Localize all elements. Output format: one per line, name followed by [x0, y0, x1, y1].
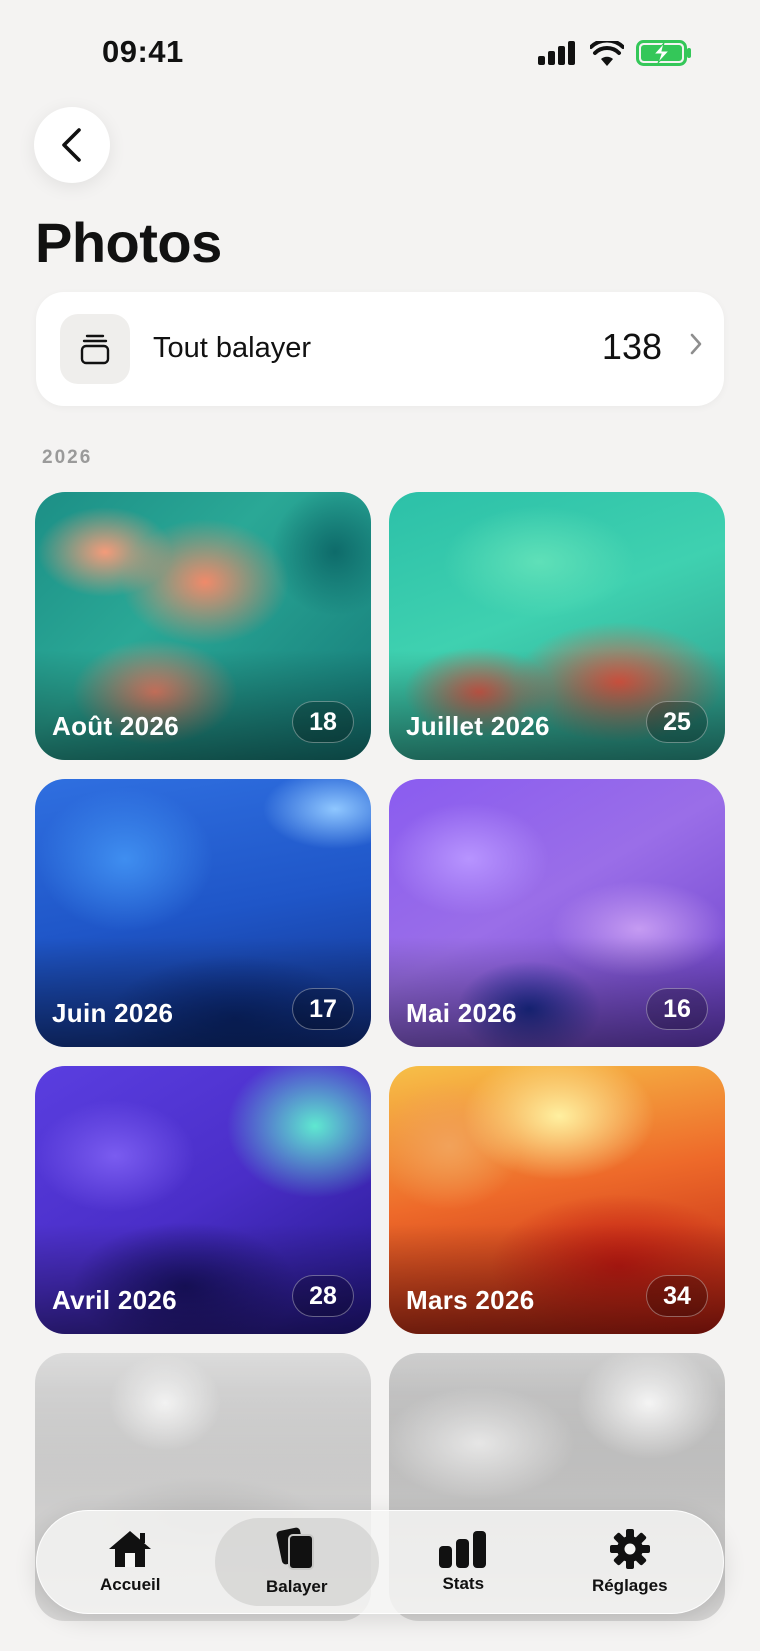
sweep-all-count: 138	[601, 326, 662, 367]
month-label: Août 2026	[52, 711, 179, 741]
tab-label: Stats	[442, 1574, 485, 1593]
month-card-juin[interactable]: Juin 2026 17	[35, 779, 371, 1047]
wifi-icon	[590, 40, 624, 66]
month-count-badge: 17	[292, 988, 354, 1030]
month-label: Mars 2026	[406, 1285, 535, 1315]
bar-chart-icon	[439, 1531, 487, 1568]
section-year-header: 2026	[42, 447, 93, 468]
month-card-mars[interactable]: Mars 2026 34	[389, 1066, 725, 1334]
month-label: Juin 2026	[52, 998, 174, 1028]
sweep-all-card[interactable]: Tout balayer 138	[36, 292, 724, 406]
gear-icon	[609, 1529, 650, 1569]
tab-label: Accueil	[100, 1575, 161, 1594]
tab-label: Balayer	[266, 1577, 328, 1596]
month-count-badge: 18	[292, 701, 354, 743]
tab-accueil[interactable]: Accueil	[48, 1518, 212, 1606]
cards-icon	[276, 1527, 314, 1570]
chevron-left-icon	[62, 128, 81, 162]
tab-bar: Accueil Balayer Stats Réglages	[36, 1510, 724, 1614]
chevron-right-icon	[690, 333, 702, 355]
month-card-mai[interactable]: Mai 2026 16	[389, 779, 725, 1047]
status-time: 09:41	[102, 34, 184, 69]
month-count-badge: 34	[646, 1275, 708, 1317]
house-icon	[109, 1531, 152, 1567]
sweep-all-label: Tout balayer	[153, 332, 311, 364]
tab-reglages[interactable]: Réglages	[548, 1518, 712, 1606]
battery-charging-icon	[636, 40, 691, 66]
month-card-juillet[interactable]: Juillet 2026 25	[389, 492, 725, 760]
tab-label: Réglages	[591, 1576, 668, 1595]
page-title: Photos	[35, 211, 222, 274]
month-label: Mai 2026	[406, 998, 517, 1028]
cellular-signal-icon	[538, 41, 575, 65]
month-count-badge: 28	[292, 1275, 354, 1317]
tab-stats[interactable]: Stats	[381, 1518, 545, 1606]
month-card-avril[interactable]: Avril 2026 28	[35, 1066, 371, 1334]
month-label: Juillet 2026	[406, 711, 550, 741]
back-button[interactable]	[34, 107, 110, 183]
month-count-badge: 16	[646, 988, 708, 1030]
stack-icon-box	[60, 314, 130, 384]
status-icons	[538, 40, 692, 66]
month-count-badge: 25	[646, 701, 708, 743]
tab-balayer[interactable]: Balayer	[214, 1518, 379, 1606]
month-label: Avril 2026	[52, 1285, 177, 1315]
stack-icon	[80, 334, 110, 365]
screen: 09:41 Photos Tout balayer 138 2026 Août …	[0, 0, 760, 1651]
month-card-aout[interactable]: Août 2026 18	[35, 492, 371, 760]
